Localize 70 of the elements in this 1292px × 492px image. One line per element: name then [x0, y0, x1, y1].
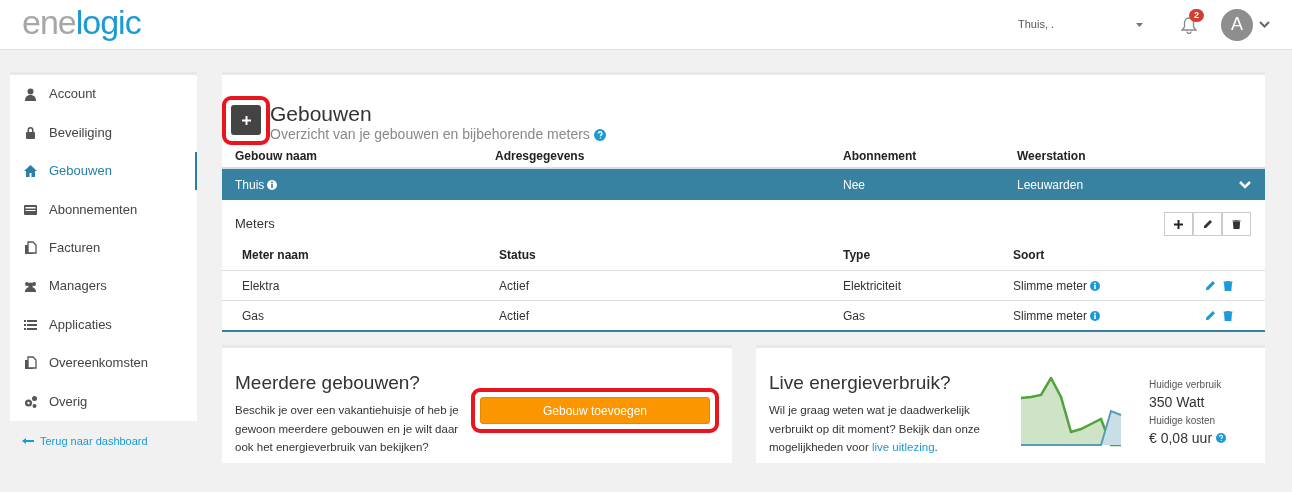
cost-value: € 0,08 uur: [1149, 428, 1213, 448]
sidebar-item[interactable]: Abonnementen: [10, 190, 197, 229]
column-header: Meter naam: [242, 247, 310, 264]
promo-text: Wil je graag weten wat je daadwerkelijk verbruikt op dit moment? Bekijk dan onze mogelijkheden voor live uitlezing.: [769, 403, 981, 455]
copy-icon: [24, 356, 37, 370]
trash-icon[interactable]: [1223, 280, 1233, 291]
edit-button[interactable]: [1193, 212, 1222, 236]
plus-icon: [1174, 219, 1183, 229]
pencil-icon[interactable]: [1205, 280, 1215, 291]
sidebar-item[interactable]: Beveiliging: [10, 113, 197, 152]
column-header: Type: [843, 247, 872, 264]
table-cell-text: Actief: [499, 307, 530, 325]
sidebar-item[interactable]: Applicaties: [10, 305, 197, 344]
info-icon[interactable]: [1090, 280, 1100, 291]
table-cell: Slimme meter: [1013, 278, 1087, 293]
pencil-icon: [1203, 219, 1212, 229]
column-header: Gebouw naam: [235, 148, 318, 165]
building-row[interactable]: Thuis Nee Leeuwarden: [222, 169, 1265, 200]
sidebar-item[interactable]: Overig: [10, 382, 197, 421]
location-select[interactable]: Thuis, .: [1018, 16, 1055, 33]
usage-label: Huidige verbruik: [1149, 377, 1223, 392]
table-cell-text: Leeuwarden: [1017, 176, 1085, 194]
table-cell-text: Elektriciteit: [843, 277, 902, 295]
add-building-button[interactable]: [231, 105, 261, 135]
cost-label: Huidige kosten: [1149, 413, 1217, 428]
section-title: Meters: [235, 215, 275, 234]
sidebar-item[interactable]: Overeenkomsten: [10, 343, 197, 383]
trash-icon[interactable]: [1223, 310, 1233, 321]
column-header: Abonnement: [843, 148, 918, 165]
list-icon: [24, 318, 37, 332]
sidebar-item[interactable]: Gebouwen: [10, 151, 197, 191]
caret-icon: [1136, 22, 1143, 27]
bell-icon[interactable]: [1181, 16, 1197, 34]
column-header: Status: [499, 247, 537, 264]
chevron-down-icon[interactable]: [1259, 21, 1270, 28]
info-icon[interactable]: [1090, 310, 1100, 321]
home-icon: [24, 164, 37, 178]
copy-icon: [24, 241, 37, 255]
column-header: Adresgegevens: [495, 148, 586, 165]
promo-text: Beschik je over een vakantiehuisje of heb je gewoon meerdere gebouwen en je wilt daar ook het energieverbruik van bekijken?: [235, 403, 460, 455]
plus-icon: [241, 115, 251, 125]
column-header: Soort: [1013, 247, 1046, 264]
sidebar-item[interactable]: Account: [10, 75, 197, 114]
sidebar-item[interactable]: Facturen: [10, 228, 197, 267]
add-button[interactable]: [1164, 212, 1193, 236]
help-icon[interactable]: [593, 128, 606, 141]
column-header: Weerstation: [1017, 148, 1087, 165]
promo-title: Live energieverbruik?: [769, 370, 952, 395]
help-icon[interactable]: [1216, 433, 1227, 443]
page-title: Gebouwen: [270, 103, 373, 124]
usage-value: 350 Watt: [1149, 392, 1206, 412]
table-cell-text: Gas: [242, 307, 265, 325]
delete-button[interactable]: [1222, 212, 1251, 236]
card-icon: [24, 202, 37, 216]
sidebar-item[interactable]: Managers: [10, 266, 197, 306]
trash-icon: [1232, 219, 1241, 229]
page-subtitle: Overzicht van je gebouwen en bijbehorende meters: [270, 125, 590, 144]
table-cell-text: Gas: [843, 307, 866, 325]
notification-count: 2: [1189, 9, 1204, 23]
arrow-left-icon: [22, 437, 34, 444]
promo-title: Meerdere gebouwen?: [235, 370, 421, 395]
table-cell-text: Nee: [843, 176, 866, 194]
pencil-icon[interactable]: [1205, 310, 1215, 321]
table-cell-text: Actief: [499, 277, 530, 295]
lock-icon: [24, 126, 37, 140]
user-icon: [24, 87, 37, 101]
info-icon[interactable]: [267, 179, 278, 190]
building-name: Thuis: [235, 177, 265, 192]
table-cell: Slimme meter: [1013, 308, 1087, 323]
table-cell-text: Elektra: [242, 277, 281, 295]
